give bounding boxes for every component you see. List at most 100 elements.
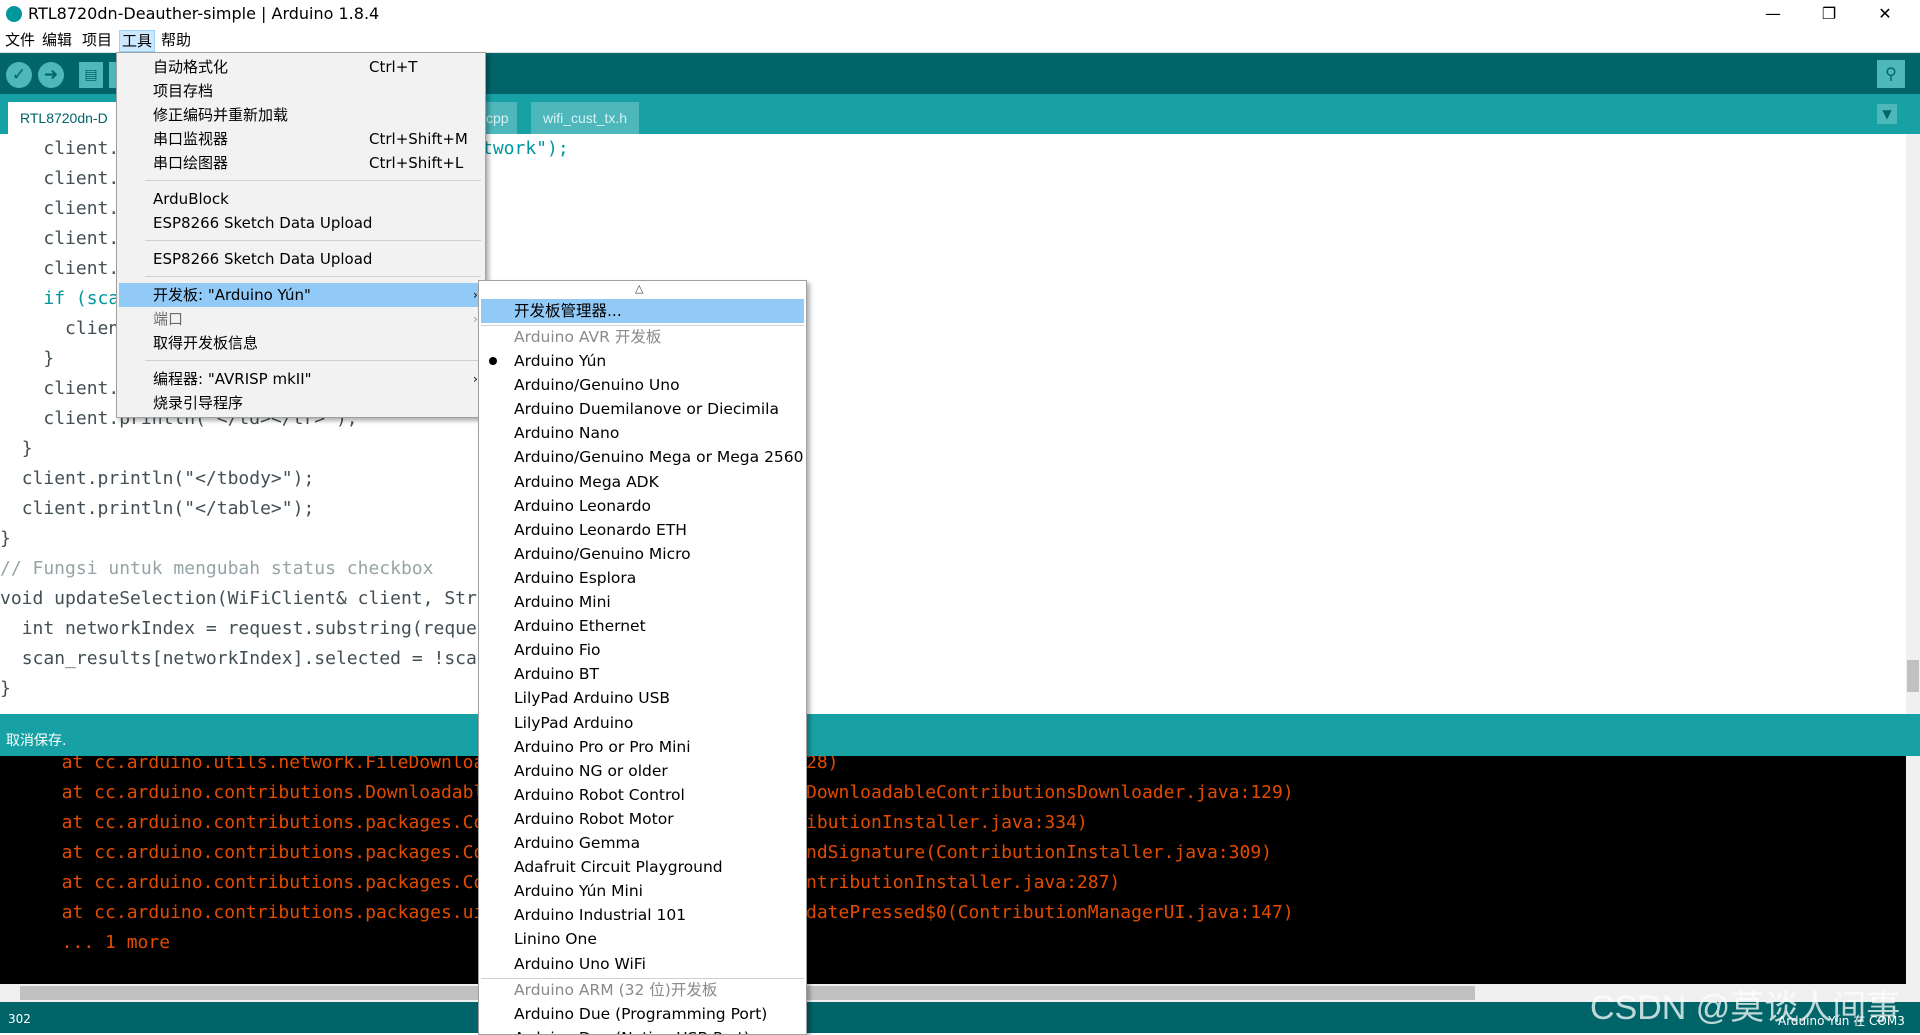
menu-tools[interactable]: 工具	[119, 30, 156, 52]
console-scrollbar[interactable]	[1906, 756, 1920, 984]
board-item[interactable]: Arduino Uno WiFi	[514, 952, 646, 976]
console-output[interactable]: at cc.arduino.utils.network.FileDownload…	[0, 756, 1906, 984]
code-line: scan_results[networkIndex].selected = !s…	[21, 648, 510, 669]
board-item[interactable]: Arduino Due (Native USB Port)	[514, 1026, 750, 1034]
board-item[interactable]: LilyPad Arduino USB	[514, 686, 670, 710]
arrow-right-icon: ➜	[43, 65, 59, 85]
menu-edit[interactable]: 编辑	[40, 30, 74, 50]
minimize-button[interactable]: —	[1750, 0, 1796, 28]
board-item[interactable]: Arduino Gemma	[514, 831, 640, 855]
new-button[interactable]: ▤	[79, 62, 103, 88]
menu-separator	[145, 240, 481, 241]
menu-item-serial-plotter[interactable]: 串口绘图器	[153, 151, 228, 175]
board-item[interactable]: Linino One	[514, 927, 597, 951]
menu-separator	[145, 276, 481, 277]
check-icon: ✓	[11, 65, 27, 85]
arm-boards-header: Arduino ARM (32 位)开发板	[514, 980, 718, 999]
menu-item-ardublock[interactable]: ArduBlock	[153, 187, 229, 211]
menu-item-programmer[interactable]: 编程器: "AVRISP mkII"	[153, 367, 312, 391]
magnifier-icon: ⚲	[1885, 64, 1897, 83]
code-line: }	[0, 528, 11, 549]
new-file-icon: ▤	[84, 67, 98, 83]
menu-item-auto-format[interactable]: 自动格式化	[153, 55, 228, 79]
board-item[interactable]: Adafruit Circuit Playground	[514, 855, 723, 879]
board-item[interactable]: Arduino Due (Programming Port)	[514, 1002, 767, 1026]
menu-item-port[interactable]: 端口	[153, 307, 183, 331]
board-item[interactable]: Arduino Mega ADK	[514, 470, 659, 494]
code-line: clien	[65, 318, 120, 339]
scroll-up-icon[interactable]: △	[635, 282, 643, 295]
menu-item-serial-monitor[interactable]: 串口监视器	[153, 127, 228, 151]
board-item[interactable]: Arduino Leonardo ETH	[514, 518, 687, 542]
selected-bullet-icon	[489, 357, 497, 365]
chevron-down-icon: ▼	[1882, 107, 1892, 121]
code-line: client.println("</tbody>");	[21, 468, 315, 489]
menu-file[interactable]: 文件	[3, 30, 37, 50]
board-item[interactable]: Arduino Industrial 101	[514, 903, 686, 927]
code-line: int networkIndex = request.substring(req…	[21, 618, 510, 639]
board-item[interactable]: Arduino Fio	[514, 638, 600, 662]
board-item[interactable]: Arduino Leonardo	[514, 494, 651, 518]
tab-menu-button[interactable]: ▼	[1877, 104, 1897, 124]
menu-separator	[145, 180, 481, 181]
board-item[interactable]: Arduino Mini	[514, 590, 611, 614]
restore-button[interactable]: ❐	[1806, 0, 1852, 28]
status-bar	[0, 714, 1920, 756]
menu-help[interactable]: 帮助	[159, 30, 193, 50]
board-manager-item[interactable]: 开发板管理器...	[514, 299, 622, 323]
line-number: 302	[8, 1012, 31, 1026]
code-line: }	[43, 348, 55, 369]
menu-item-burn-bootloader[interactable]: 烧录引导程序	[153, 391, 243, 415]
board-item[interactable]: Arduino Ethernet	[514, 614, 646, 638]
arduino-app-icon	[6, 6, 22, 22]
board-item[interactable]: LilyPad Arduino	[514, 711, 633, 735]
console-line: at cc.arduino.contributions.packages.Con	[40, 812, 496, 833]
menu-item-board-info[interactable]: 取得开发板信息	[153, 331, 258, 355]
upload-button[interactable]: ➜	[38, 62, 64, 88]
board-item[interactable]: Arduino Pro or Pro Mini	[514, 735, 691, 759]
watermark: CSDN @莫谈人间事	[1590, 989, 1901, 1027]
menu-bar: 文件 编辑 项目 工具 帮助	[0, 28, 1920, 53]
editor-scrollbar-thumb[interactable]	[1907, 660, 1919, 692]
code-line: client.	[43, 138, 120, 159]
board-item[interactable]: Arduino NG or older	[514, 759, 668, 783]
menu-item-archive-sketch[interactable]: 项目存档	[153, 79, 213, 103]
verify-button[interactable]: ✓	[6, 62, 32, 88]
board-submenu: △ 开发板管理器... Arduino AVR 开发板 Arduino Yún A…	[478, 280, 807, 1035]
board-item[interactable]: Arduino Nano	[514, 421, 619, 445]
console-line-tail: DownloadableContributionsDownloader.java…	[806, 782, 1294, 803]
tab-main-sketch[interactable]: RTL8720dn-D	[8, 102, 122, 134]
menu-item-esp8266-upload-2[interactable]: ESP8266 Sketch Data Upload	[153, 247, 372, 271]
board-item[interactable]: Arduino Robot Motor	[514, 807, 674, 831]
code-line: client.	[43, 168, 120, 189]
menu-item-fix-encoding[interactable]: 修正编码并重新加载	[153, 103, 288, 127]
editor-scrollbar[interactable]	[1906, 134, 1920, 714]
menu-item-board[interactable]: 开发板: "Arduino Yún"	[153, 283, 311, 307]
code-comment: // Fungsi untuk mengubah status checkbox	[0, 558, 434, 579]
board-item[interactable]: Arduino Yún Mini	[514, 879, 643, 903]
board-item[interactable]: Arduino BT	[514, 662, 599, 686]
menu-separator	[145, 360, 481, 361]
board-item[interactable]: Arduino Esplora	[514, 566, 636, 590]
console-line: at cc.arduino.utils.network.FileDownload	[40, 756, 496, 773]
title-bar: RTL8720dn-Deauther-simple | Arduino 1.8.…	[0, 0, 1920, 28]
board-item[interactable]: Arduino/Genuino Micro	[514, 542, 691, 566]
board-item[interactable]: Arduino Robot Control	[514, 783, 685, 807]
code-line: client.	[43, 378, 120, 399]
shortcut-label: Ctrl+T	[369, 58, 418, 76]
code-line: void updateSelection(WiFiClient& client,…	[0, 588, 510, 609]
tools-menu: 自动格式化 Ctrl+T 项目存档 修正编码并重新加载 串口监视器 Ctrl+S…	[116, 52, 486, 418]
console-line: at cc.arduino.contributions.packages.Con	[40, 872, 496, 893]
board-item[interactable]: Arduino Yún	[514, 349, 606, 373]
code-line: }	[21, 438, 33, 459]
shortcut-label: Ctrl+Shift+M	[369, 130, 468, 148]
menu-item-esp8266-upload[interactable]: ESP8266 Sketch Data Upload	[153, 211, 372, 235]
board-item[interactable]: Arduino/Genuino Mega or Mega 2560	[514, 445, 804, 469]
tab-wifi-cust-tx[interactable]: wifi_cust_tx.h	[531, 102, 640, 134]
board-item[interactable]: Arduino Duemilanove or Diecimila	[514, 397, 779, 421]
console-line: at cc.arduino.contributions.packages.ui.	[40, 902, 496, 923]
close-button[interactable]: ✕	[1862, 0, 1908, 28]
serial-monitor-button[interactable]: ⚲	[1877, 60, 1905, 88]
menu-sketch[interactable]: 项目	[80, 30, 114, 50]
board-item[interactable]: Arduino/Genuino Uno	[514, 373, 680, 397]
